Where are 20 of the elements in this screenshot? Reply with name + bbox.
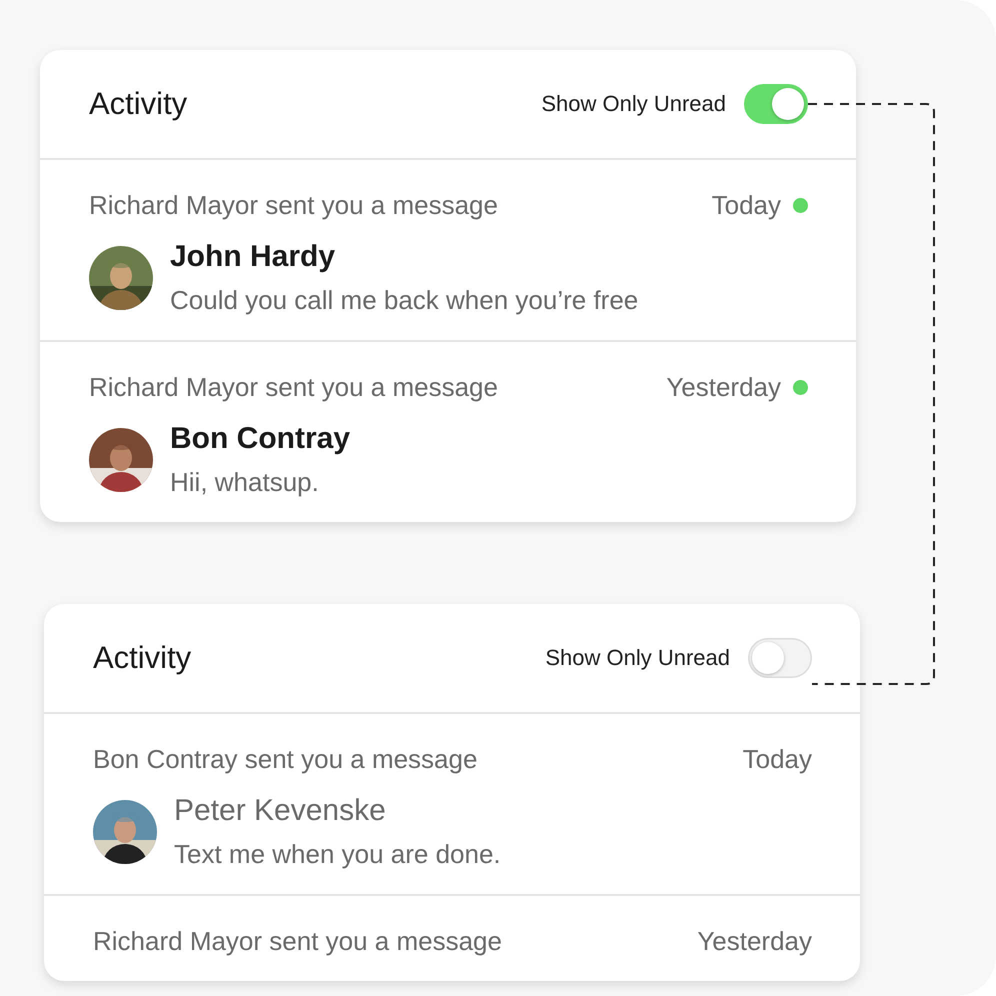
message-preview: Hii, whatsup. [170,467,320,498]
notification-time: Yesterday [697,926,812,957]
sender-name: Peter Kevenske [174,793,387,829]
sender-name: John Hardy [170,239,336,275]
panel-title: Activity [93,640,192,676]
notification-summary: Richard Mayor sent you a message [89,190,499,221]
message-preview: Could you call me back when you’re free [170,285,638,316]
unread-toggle[interactable] [744,84,808,124]
unread-toggle[interactable] [748,638,812,678]
notification-time: Today [742,744,812,775]
notification-summary: Richard Mayor sent you a message [89,372,499,403]
filter-label: Show Only Unread [545,645,730,671]
notification-summary: Bon Contray sent you a message [93,744,478,775]
message-preview: Text me when you are done. [174,839,501,870]
sender-name: Bon Contray [170,421,350,457]
filter-label: Show Only Unread [541,91,726,117]
notification-time: Yesterday [666,372,781,403]
notification-time: Today [712,190,781,221]
panel-title: Activity [89,86,188,122]
notification-summary: Richard Mayor sent you a message [93,926,503,957]
